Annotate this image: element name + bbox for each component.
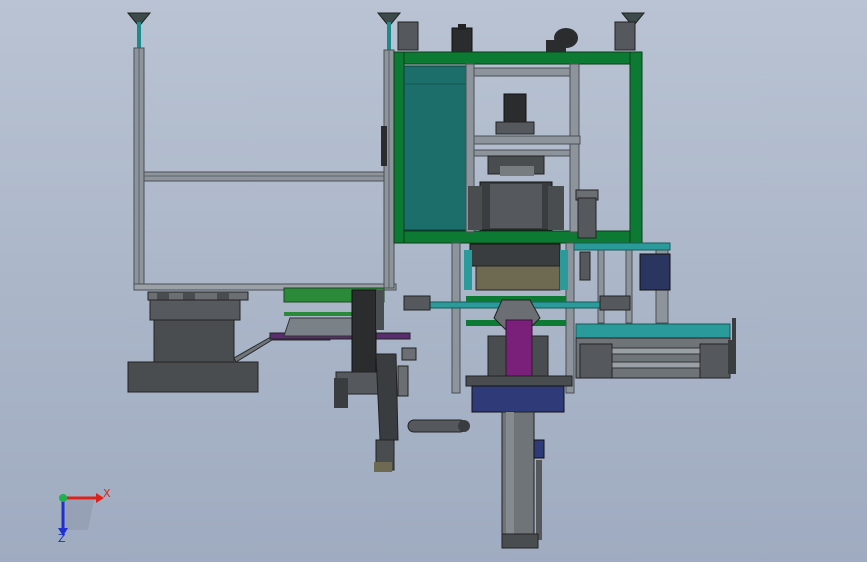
left-frame [126, 12, 397, 291]
left-foot-rod [137, 22, 141, 48]
navy-base-block [471, 385, 565, 413]
green-frame-right [629, 51, 643, 244]
cad-viewport[interactable]: X Z [0, 0, 867, 562]
orientation-triad: X Z [58, 487, 111, 545]
tan-nest [475, 265, 561, 291]
green-frame-left [393, 51, 405, 244]
green-frame-top [393, 51, 643, 65]
supply-drum [127, 291, 259, 393]
teal-side-panel [403, 65, 467, 231]
green-frame-bottom [393, 230, 643, 244]
lower-station [403, 242, 671, 549]
side-cylinder-unit [575, 318, 736, 379]
roller [407, 419, 467, 433]
triad-z-label: Z [58, 532, 66, 545]
magenta-slider [505, 319, 533, 377]
triad-y-axis [59, 494, 67, 502]
press-motor [503, 93, 527, 125]
gripper-arm [334, 289, 417, 472]
triad-x-label: X [103, 487, 111, 500]
